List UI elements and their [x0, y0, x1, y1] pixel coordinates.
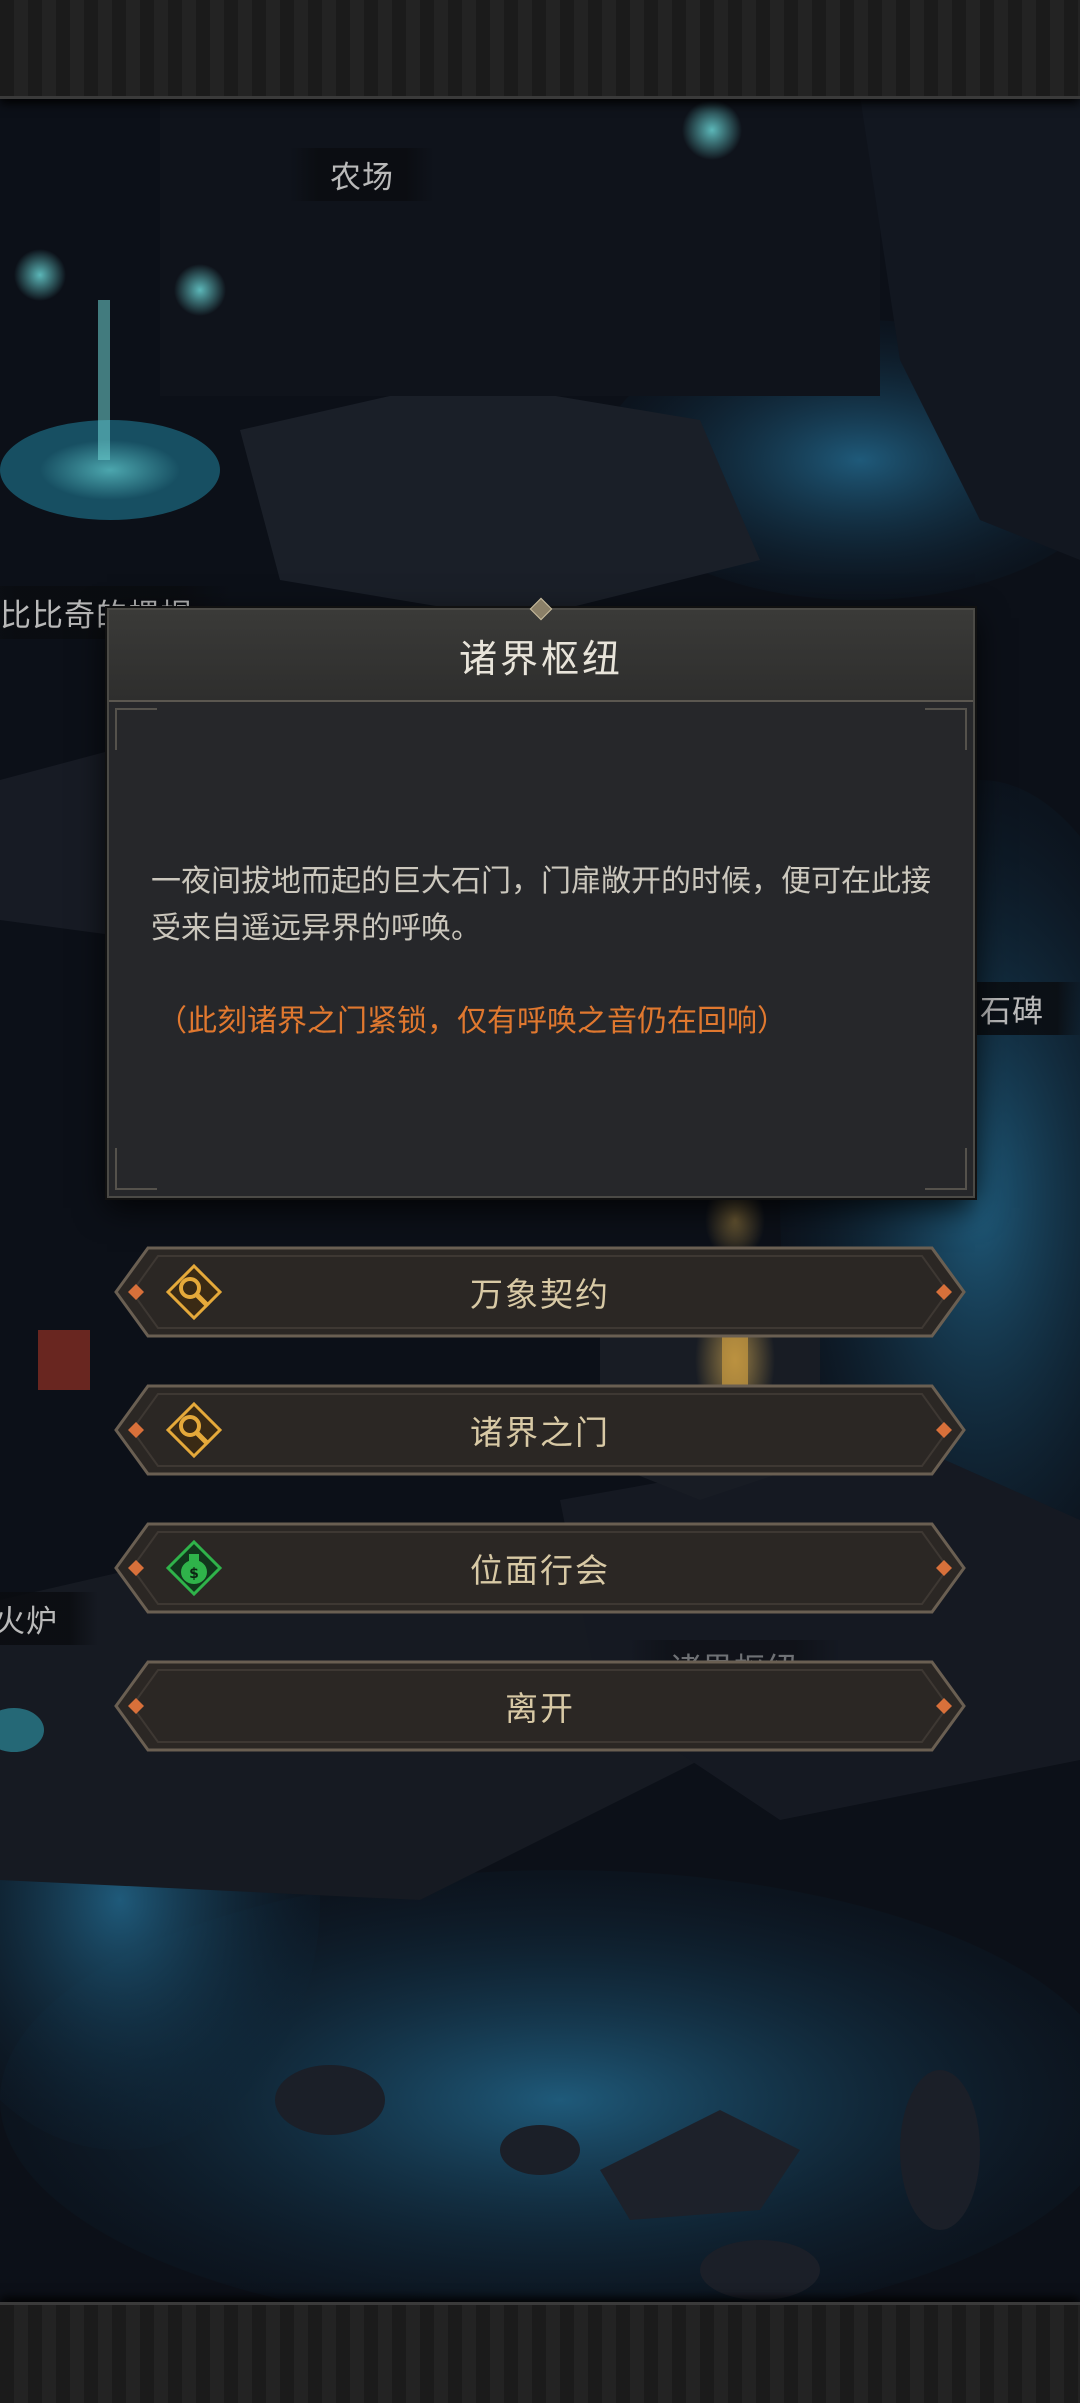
menu-button-leave[interactable]: 离开	[114, 1660, 966, 1752]
dialog-locked-note: （此刻诸界之门紧锁，仅有呼唤之音仍在回响）	[157, 1004, 787, 1039]
dialog-title: 诸界枢纽	[458, 636, 623, 681]
menu-button-label: 离开	[505, 1689, 575, 1728]
menu-button-label: 位面行会	[470, 1551, 610, 1590]
map-label-furnace[interactable]: 火炉	[0, 1592, 98, 1645]
menu-button-guild[interactable]: $ 位面行会	[114, 1522, 966, 1614]
map-background	[0, 96, 1080, 2330]
corner-ornament	[115, 1148, 157, 1190]
menu-button-gate[interactable]: 诸界之门	[114, 1384, 966, 1476]
hub-dialog: 诸界枢纽 一夜间拔地而起的巨大石门，门扉敞开的时候，便可在此接受来自遥远异界的呼…	[107, 597, 975, 1198]
bottom-frame-border	[0, 2302, 1080, 2403]
corner-ornament	[115, 708, 157, 750]
dialog-description: 一夜间拔地而起的巨大石门，门扉敞开的时候，便可在此接受来自遥远异界的呼唤。	[151, 864, 931, 946]
top-frame-border	[0, 0, 1080, 99]
map-label-farm[interactable]: 农场	[290, 148, 434, 201]
menu-button-label: 万象契约	[470, 1275, 610, 1314]
corner-ornament	[925, 1148, 967, 1190]
menu-button-label: 诸界之门	[470, 1413, 610, 1452]
menu-button-contract[interactable]: 万象契约	[114, 1246, 966, 1338]
corner-ornament	[925, 708, 967, 750]
dialog-title-bar: 诸界枢纽	[109, 610, 973, 702]
